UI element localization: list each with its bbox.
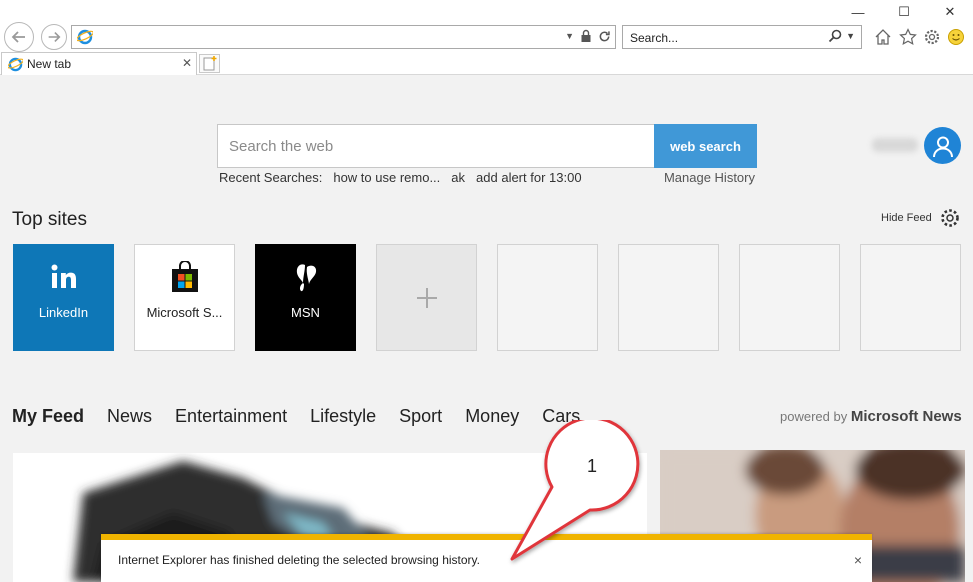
home-icon[interactable] — [873, 27, 893, 47]
close-window-button[interactable]: ✕ — [940, 4, 960, 20]
empty-site-tile[interactable] — [497, 244, 598, 351]
empty-site-tile[interactable] — [618, 244, 719, 351]
web-search-button[interactable]: web search — [654, 124, 757, 168]
web-search-box: web search — [217, 124, 757, 168]
feed-settings-gear-icon[interactable] — [939, 207, 961, 229]
new-tab-icon — [203, 56, 217, 71]
recent-search-item[interactable]: add alert for 13:00 — [476, 170, 582, 185]
web-search-input[interactable] — [218, 125, 655, 167]
user-avatar[interactable] — [924, 127, 961, 164]
feed-tab-entertainment[interactable]: Entertainment — [175, 406, 287, 427]
recent-search-item[interactable]: how to use remo... — [333, 170, 440, 185]
top-sites-title: Top sites — [12, 209, 87, 230]
feed-tab-lifestyle[interactable]: Lifestyle — [310, 406, 376, 427]
user-name-blurred — [872, 138, 918, 152]
plus-icon — [416, 287, 437, 308]
address-tools: ▼ — [565, 29, 611, 43]
tile-label: LinkedIn — [38, 305, 89, 320]
settings-gear-icon[interactable] — [922, 27, 942, 47]
close-notification-icon[interactable]: × — [854, 552, 862, 568]
callout-number: 1 — [587, 456, 598, 476]
tile-label: MSN — [291, 305, 320, 320]
add-top-site-tile[interactable] — [376, 244, 477, 351]
refresh-icon[interactable] — [598, 30, 611, 43]
user-icon — [932, 136, 953, 157]
hide-feed-link[interactable]: Hide Feed — [881, 212, 932, 224]
favorites-star-icon[interactable] — [898, 27, 918, 47]
new-tab-button[interactable] — [199, 54, 220, 73]
maximize-button[interactable]: ☐ — [894, 4, 914, 20]
search-controls: ▼ — [828, 29, 855, 43]
powered-by-text: powered by — [780, 409, 848, 424]
ie-tab-icon — [8, 57, 23, 72]
notification-message: Internet Explorer has finished deleting … — [118, 553, 480, 567]
linkedin-icon — [49, 260, 79, 294]
feedback-smiley-icon[interactable] — [946, 27, 966, 47]
search-icon[interactable] — [828, 29, 842, 43]
feed-tab-news[interactable]: News — [107, 406, 152, 427]
msn-butterfly-icon — [292, 260, 320, 294]
tab-new-tab[interactable]: New tab ✕ — [1, 52, 197, 75]
tab-bar: New tab ✕ — [0, 52, 973, 75]
forward-arrow-icon — [48, 31, 61, 43]
manage-history-link[interactable]: Manage History — [664, 170, 755, 185]
microsoft-store-icon — [170, 260, 200, 294]
tab-label: New tab — [27, 57, 72, 71]
forward-button[interactable] — [41, 24, 67, 50]
minimize-button[interactable]: — — [848, 4, 868, 20]
empty-site-tile[interactable] — [860, 244, 961, 351]
address-dropdown-icon[interactable]: ▼ — [565, 31, 574, 41]
top-site-microsoft-store[interactable]: Microsoft S... — [134, 244, 235, 351]
top-site-linkedin[interactable]: LinkedIn — [13, 244, 114, 351]
powered-by-label: powered by Microsoft News — [780, 408, 962, 425]
back-button[interactable] — [4, 22, 34, 52]
ie-logo-icon — [77, 29, 93, 45]
search-dropdown-icon[interactable]: ▼ — [846, 31, 855, 41]
annotation-callout — [510, 420, 640, 561]
recent-search-item[interactable]: ak — [451, 170, 465, 185]
address-bar[interactable]: ▼ — [71, 25, 616, 49]
top-site-msn[interactable]: MSN — [255, 244, 356, 351]
tile-label: Microsoft S... — [146, 305, 223, 320]
recent-searches: Recent Searches: how to use remo... ak a… — [219, 170, 757, 185]
microsoft-news-brand[interactable]: Microsoft News — [851, 408, 962, 425]
empty-site-tile[interactable] — [739, 244, 840, 351]
feed-tab-my-feed[interactable]: My Feed — [12, 406, 84, 427]
lock-icon[interactable] — [580, 29, 592, 43]
browser-chrome: — ☐ ✕ ▼ Search... ▼ New tab ✕ — [0, 0, 973, 75]
browser-search-placeholder: Search... — [630, 31, 679, 45]
browser-search-box[interactable]: Search... ▼ — [622, 25, 862, 49]
back-arrow-icon — [11, 31, 25, 43]
close-tab-icon[interactable]: ✕ — [182, 56, 192, 70]
recent-searches-label: Recent Searches: — [219, 170, 323, 185]
notification-bar: Internet Explorer has finished deleting … — [101, 534, 872, 582]
feed-tab-sport[interactable]: Sport — [399, 406, 442, 427]
